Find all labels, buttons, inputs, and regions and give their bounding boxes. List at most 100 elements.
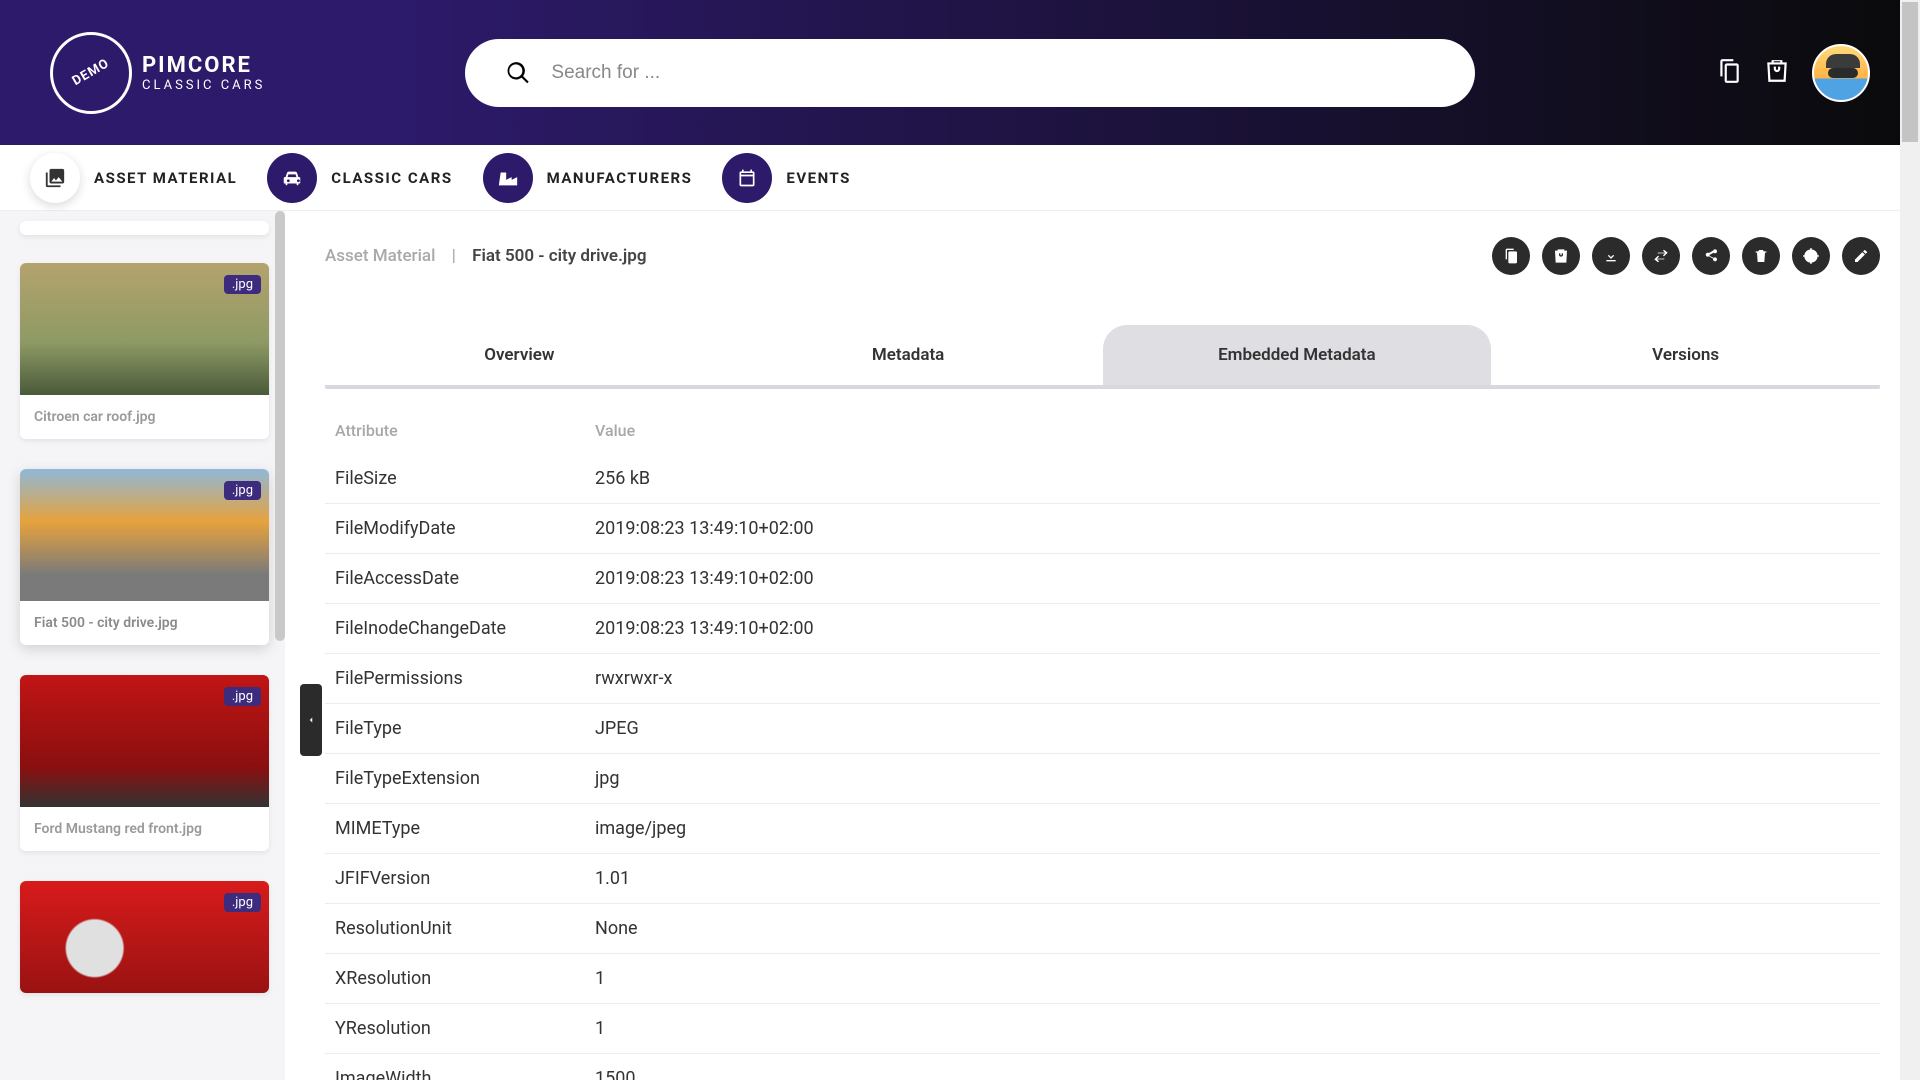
copy-icon [1503,248,1519,264]
table-row: FileModifyDate2019:08:23 13:49:10+02:00 [325,504,1880,554]
logo-main: PIMCORE [142,53,265,78]
detail-actions [1492,237,1880,275]
meta-attr: XResolution [325,954,585,1004]
asset-thumbnail: .jpg [20,881,269,993]
car-icon [267,153,317,203]
table-row: FileTypeExtensionjpg [325,754,1880,804]
logo[interactable]: DEMO PIMCORE CLASSIC CARS [50,32,265,114]
share-icon [1703,248,1719,264]
meta-attr: ImageWidth [325,1054,585,1080]
breadcrumb-root[interactable]: Asset Material [325,246,435,266]
asset-label: Fiat 500 - city drive.jpg [20,601,269,645]
table-row: FileTypeJPEG [325,704,1880,754]
table-row: FilePermissionsrwxrwxr-x [325,654,1880,704]
header-actions [1716,44,1870,102]
breadcrumb-current: Fiat 500 - city drive.jpg [472,246,646,266]
nav-events[interactable]: EVENTS [722,153,850,203]
table-row: ResolutionUnitNone [325,904,1880,954]
filetype-badge: .jpg [224,481,261,500]
asset-card[interactable] [20,221,269,235]
search-input[interactable] [551,62,1435,84]
meta-val: 1 [585,1004,1880,1054]
edit-button[interactable] [1842,237,1880,275]
col-attribute: Attribute [325,407,585,454]
table-row: YResolution1 [325,1004,1880,1054]
shopping-bag-icon[interactable] [1764,58,1790,88]
scrollbar-thumb[interactable] [1902,2,1918,142]
edit-icon [1853,248,1869,264]
table-row: FileInodeChangeDate2019:08:23 13:49:10+0… [325,604,1880,654]
main-content: Asset Material | Fiat 500 - city drive.j… [285,211,1920,1080]
asset-thumbnail: .jpg [20,675,269,807]
avatar[interactable] [1812,44,1870,102]
meta-val: jpg [585,754,1880,804]
asset-label: Citroen car roof.jpg [20,395,269,439]
sidebar-collapse-button[interactable] [300,684,322,756]
logo-text: PIMCORE CLASSIC CARS [142,53,265,93]
locate-button[interactable] [1792,237,1830,275]
meta-attr: FileInodeChangeDate [325,604,585,654]
tab-overview[interactable]: Overview [325,325,714,385]
compare-icon [1653,248,1669,264]
search-icon [505,60,531,86]
logo-badge: DEMO [50,32,132,114]
asset-card[interactable]: .jpg Ford Mustang red front.jpg [20,675,269,851]
meta-attr: JFIFVersion [325,854,585,904]
asset-card[interactable]: .jpg [20,881,269,993]
table-row: XResolution1 [325,954,1880,1004]
page-scrollbar[interactable] [1900,0,1920,1080]
trash-icon [1753,248,1769,264]
asset-thumbnail: .jpg [20,263,269,395]
table-row: FileAccessDate2019:08:23 13:49:10+02:00 [325,554,1880,604]
meta-attr: FileSize [325,454,585,504]
filetype-badge: .jpg [224,687,261,706]
asset-card[interactable]: .jpg Fiat 500 - city drive.jpg [20,469,269,645]
asset-label: Ford Mustang red front.jpg [20,807,269,851]
meta-attr: FileModifyDate [325,504,585,554]
meta-val: 2019:08:23 13:49:10+02:00 [585,604,1880,654]
nav-label: ASSET MATERIAL [94,169,237,187]
tab-versions[interactable]: Versions [1491,325,1880,385]
tab-embedded-metadata[interactable]: Embedded Metadata [1103,325,1492,385]
body: .jpg Citroen car roof.jpg .jpg Fiat 500 … [0,211,1920,1080]
sidebar-scrollbar[interactable] [275,211,285,641]
copy-button[interactable] [1492,237,1530,275]
meta-val: rwxrwxr-x [585,654,1880,704]
bag-icon [1553,248,1569,264]
nav-manufacturers[interactable]: MANUFACTURERS [483,153,693,203]
filetype-badge: .jpg [224,893,261,912]
meta-val: 2019:08:23 13:49:10+02:00 [585,504,1880,554]
table-row: JFIFVersion1.01 [325,854,1880,904]
compare-button[interactable] [1642,237,1680,275]
meta-val: 2019:08:23 13:49:10+02:00 [585,554,1880,604]
header: DEMO PIMCORE CLASSIC CARS [0,0,1920,145]
nav-classic-cars[interactable]: CLASSIC CARS [267,153,452,203]
breadcrumb: Asset Material | Fiat 500 - city drive.j… [325,246,646,266]
asset-card[interactable]: .jpg Citroen car roof.jpg [20,263,269,439]
download-button[interactable] [1592,237,1630,275]
nav-asset-material[interactable]: ASSET MATERIAL [30,153,237,203]
filetype-badge: .jpg [224,275,261,294]
meta-val: 1500 [585,1054,1880,1080]
main-nav: ASSET MATERIAL CLASSIC CARS MANUFACTURER… [0,145,1920,211]
detail-tabs: Overview Metadata Embedded Metadata Vers… [325,325,1880,389]
logo-demo-text: DEMO [70,56,112,89]
share-button[interactable] [1692,237,1730,275]
target-icon [1803,248,1819,264]
images-icon [30,153,80,203]
delete-button[interactable] [1742,237,1780,275]
sidebar[interactable]: .jpg Citroen car roof.jpg .jpg Fiat 500 … [0,211,285,1080]
nav-label: CLASSIC CARS [331,169,452,187]
asset-thumbnail: .jpg [20,469,269,601]
download-icon [1603,248,1619,264]
bag-button[interactable] [1542,237,1580,275]
meta-attr: ResolutionUnit [325,904,585,954]
tab-metadata[interactable]: Metadata [714,325,1103,385]
meta-attr: FileType [325,704,585,754]
meta-val: 1 [585,954,1880,1004]
search-bar[interactable] [465,39,1475,107]
meta-attr: MIMEType [325,804,585,854]
metadata-table: Attribute Value FileSize256 kBFileModify… [325,407,1880,1080]
calendar-icon [722,153,772,203]
clipboard-icon[interactable] [1716,58,1742,88]
